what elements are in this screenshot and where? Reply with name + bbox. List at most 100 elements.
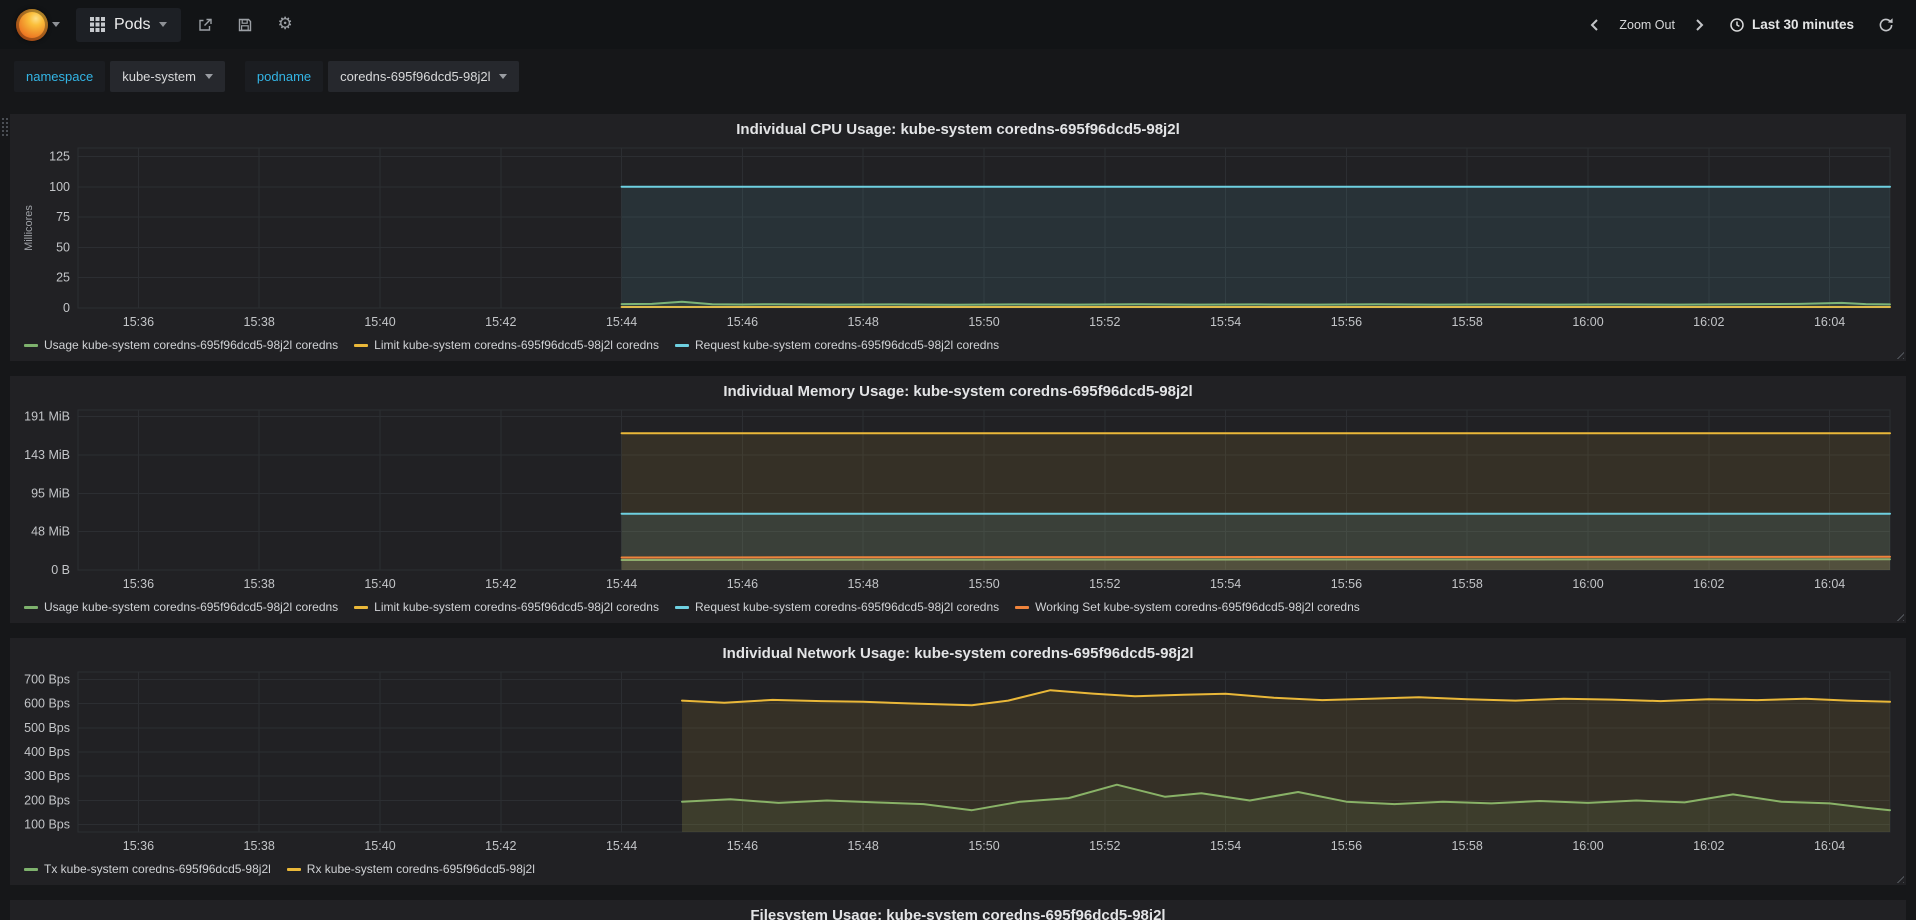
x-tick-label: 15:44 xyxy=(606,839,637,853)
variable-namespace: namespace kube-system xyxy=(14,61,225,92)
legend-series-label: Tx kube-system coredns-695f96dcd5-98j2l xyxy=(44,862,271,876)
grafana-dashboard: { "navbar": { "title": "Pods", "zoom_out… xyxy=(0,0,1916,920)
chevron-right-icon xyxy=(1696,18,1704,31)
panel-title[interactable]: Individual CPU Usage: kube-system coredn… xyxy=(20,118,1896,142)
legend-item[interactable]: Request kube-system coredns-695f96dcd5-9… xyxy=(674,600,1000,614)
legend-series-color xyxy=(354,343,369,347)
legend-item[interactable]: Usage kube-system coredns-695f96dcd5-98j… xyxy=(24,338,338,352)
x-tick-label: 15:38 xyxy=(244,839,275,853)
variable-value-podname[interactable]: coredns-695f96dcd5-98j2l xyxy=(328,61,520,92)
x-tick-label: 15:46 xyxy=(727,839,758,853)
legend-item[interactable]: Limit kube-system coredns-695f96dcd5-98j… xyxy=(354,600,659,614)
y-tick-label: 48 MiB xyxy=(31,524,70,538)
settings-button[interactable]: ⚙ xyxy=(269,9,300,40)
x-tick-label: 15:54 xyxy=(1210,839,1241,853)
legend-series-color xyxy=(354,605,369,609)
grafana-menu-button[interactable] xyxy=(14,5,62,45)
legend-series-label: Rx kube-system coredns-695f96dcd5-98j2l xyxy=(306,862,535,876)
x-tick-label: 15:38 xyxy=(244,577,275,591)
dashboard-panels: Individual CPU Usage: kube-system coredn… xyxy=(0,106,1916,920)
legend-item[interactable]: Working Set kube-system coredns-695f96dc… xyxy=(1015,600,1360,614)
panel-network-usage: Individual Network Usage: kube-system co… xyxy=(10,638,1906,885)
x-tick-label: 15:40 xyxy=(364,577,395,591)
variable-selected-podname: coredns-695f96dcd5-98j2l xyxy=(340,69,491,84)
dashboard-grid-icon xyxy=(90,17,105,32)
variable-value-namespace[interactable]: kube-system xyxy=(110,61,225,92)
x-tick-label: 16:00 xyxy=(1572,839,1603,853)
y-tick-label: 100 Bps xyxy=(24,818,70,832)
dashboard-picker[interactable]: Pods xyxy=(76,7,182,42)
cpu-usage-chart[interactable]: 15:36 15:38 15:40 15:42 15:44 15:46 15:48 15:50… xyxy=(20,142,1896,334)
y-tick-label: 191 MiB xyxy=(24,409,70,423)
x-tick-label: 16:02 xyxy=(1693,839,1724,853)
time-back-button[interactable] xyxy=(1581,11,1607,39)
chevron-down-icon xyxy=(499,74,508,79)
x-tick-label: 15:50 xyxy=(968,577,999,591)
x-tick-label: 15:56 xyxy=(1331,839,1362,853)
y-tick-label: 95 MiB xyxy=(31,487,70,501)
legend-item[interactable]: Limit kube-system coredns-695f96dcd5-98j… xyxy=(354,338,659,352)
series-fill xyxy=(621,556,1890,570)
legend-item[interactable]: Tx kube-system coredns-695f96dcd5-98j2l xyxy=(24,862,271,876)
legend-series-label: Limit kube-system coredns-695f96dcd5-98j… xyxy=(374,338,659,352)
memory-usage-chart[interactable]: 15:36 15:38 15:40 15:42 15:44 15:46 15:48 15:50… xyxy=(20,404,1896,596)
x-tick-label: 15:46 xyxy=(727,315,758,329)
network-usage-chart[interactable]: 15:36 15:38 15:40 15:42 15:44 15:46 15:48 15:50… xyxy=(20,666,1896,858)
network-usage-legend: Tx kube-system coredns-695f96dcd5-98j2l R… xyxy=(20,858,1896,880)
x-tick-label: 15:50 xyxy=(968,839,999,853)
legend-series-color xyxy=(674,605,689,609)
y-tick-label: 400 Bps xyxy=(24,745,70,759)
legend-item[interactable]: Rx kube-system coredns-695f96dcd5-98j2l xyxy=(286,862,535,876)
x-tick-label: 15:48 xyxy=(848,315,879,329)
legend-item[interactable]: Request kube-system coredns-695f96dcd5-9… xyxy=(674,338,999,352)
x-tick-label: 15:40 xyxy=(364,315,395,329)
panel-title[interactable]: Individual Network Usage: kube-system co… xyxy=(20,642,1896,666)
panel-title[interactable]: Filesystem Usage: kube-system coredns-69… xyxy=(20,904,1896,920)
save-button[interactable] xyxy=(229,10,261,40)
top-navbar: Pods ⚙ Zoom Out Last 30 minutes xyxy=(0,0,1916,49)
x-tick-label: 16:02 xyxy=(1693,315,1724,329)
legend-series-color xyxy=(24,867,38,871)
legend-series-color xyxy=(674,343,689,347)
x-tick-label: 15:42 xyxy=(485,315,516,329)
share-icon xyxy=(199,18,213,31)
save-icon xyxy=(239,18,252,31)
x-tick-label: 15:58 xyxy=(1452,315,1483,329)
time-range-picker[interactable]: Last 30 minutes xyxy=(1721,11,1862,39)
x-tick-label: 15:36 xyxy=(123,315,154,329)
row-drag-handle[interactable] xyxy=(2,118,9,136)
x-tick-label: 15:58 xyxy=(1452,577,1483,591)
panel-memory-usage: Individual Memory Usage: kube-system cor… xyxy=(10,376,1906,623)
variable-label-namespace: namespace xyxy=(14,61,106,92)
y-tick-label: 700 Bps xyxy=(24,672,70,686)
y-tick-label: 0 B xyxy=(51,563,70,577)
panel-title[interactable]: Individual Memory Usage: kube-system cor… xyxy=(20,380,1896,404)
x-tick-label: 15:42 xyxy=(485,577,516,591)
series-line xyxy=(620,555,1891,559)
x-tick-label: 15:52 xyxy=(1089,839,1120,853)
y-tick-label: 500 Bps xyxy=(24,721,70,735)
legend-item[interactable]: Usage kube-system coredns-695f96dcd5-98j… xyxy=(24,600,338,614)
legend-series-label: Usage kube-system coredns-695f96dcd5-98j… xyxy=(44,338,339,352)
x-tick-label: 15:44 xyxy=(606,315,637,329)
panel-filesystem-usage: Filesystem Usage: kube-system coredns-69… xyxy=(10,900,1906,920)
series-fill xyxy=(621,186,1890,308)
y-tick-label: 600 Bps xyxy=(24,697,70,711)
share-button[interactable] xyxy=(189,10,221,40)
template-variables-row: namespace kube-system podname coredns-69… xyxy=(0,49,1916,106)
x-tick-label: 16:04 xyxy=(1814,839,1845,853)
legend-series-color xyxy=(24,605,38,609)
zoom-out-button[interactable]: Zoom Out xyxy=(1615,18,1679,32)
y-tick-label: 100 xyxy=(49,180,70,194)
time-range-label: Last 30 minutes xyxy=(1751,17,1854,32)
x-tick-label: 15:36 xyxy=(123,577,154,591)
clock-icon xyxy=(1730,17,1744,32)
refresh-button[interactable] xyxy=(1870,10,1902,40)
time-forward-button[interactable] xyxy=(1687,11,1713,39)
x-tick-label: 15:40 xyxy=(364,839,395,853)
legend-series-label: Request kube-system coredns-695f96dcd5-9… xyxy=(694,600,1000,614)
x-tick-label: 16:00 xyxy=(1572,315,1603,329)
memory-usage-legend: Usage kube-system coredns-695f96dcd5-98j… xyxy=(20,596,1896,618)
y-tick-label: 125 xyxy=(49,150,70,164)
y-tick-label: 143 MiB xyxy=(24,448,70,462)
